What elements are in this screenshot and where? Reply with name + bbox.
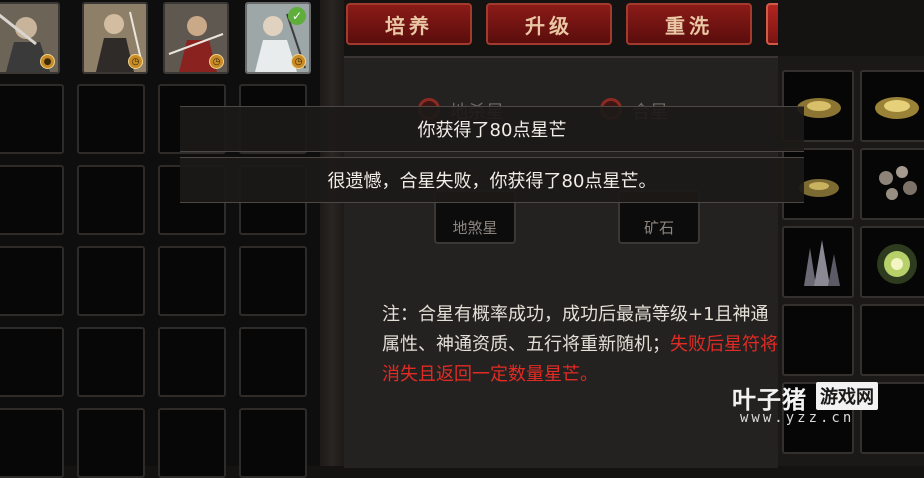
hero-slot[interactable] [0,165,64,235]
material-slot[interactable] [860,70,924,142]
watermark-tag: 游戏网 [816,382,878,410]
hero-slot[interactable] [0,246,64,316]
lock-icon: ● [40,54,55,69]
stone-pile-icon [879,166,917,200]
material-slot[interactable] [860,226,924,298]
merge-rules-note: 注：合星有概率成功，成功后最高等级+1且神通属性、神通资质、五行将重新随机；失败… [382,300,782,390]
hero-slot[interactable] [158,246,226,316]
star-slot-left-label: 地煞星 [452,219,498,237]
hero-slot[interactable] [77,165,145,235]
site-watermark: 叶子猪 游戏网 www.yzz.cn [732,380,924,430]
crystal-cluster-icon [804,240,840,286]
toast-reward: 你获得了80点星芒 [180,106,804,152]
hero-slot[interactable] [158,327,226,397]
hero-slot[interactable] [77,84,145,154]
tab-upgrade[interactable]: 升级 [486,3,612,45]
hero-slot[interactable] [158,408,226,478]
panel-divider [320,0,344,466]
toast-merge-failed-text: 很遗憾，合星失败，你获得了80点星芒。 [327,171,657,192]
toast-merge-failed: 很遗憾，合星失败，你获得了80点星芒。 [180,157,804,203]
hero-avatar-4[interactable]: ✓ ◷ [245,2,311,74]
hero-slot[interactable] [239,246,307,316]
hero-slot[interactable] [239,408,307,478]
hero-slot[interactable] [0,84,64,154]
toast-reward-text: 你获得了80点星芒 [417,120,567,141]
material-slot[interactable] [782,304,854,376]
material-slot[interactable] [860,148,924,220]
hero-slot[interactable] [239,327,307,397]
tab-cultivate[interactable]: 培养 [346,3,472,45]
hero-slot[interactable] [77,327,145,397]
star-slot-right-label: 矿石 [643,219,674,237]
glowing-orb-icon [877,244,917,284]
material-slot[interactable] [860,304,924,376]
hero-avatar-2[interactable]: ◷ [82,2,148,74]
hero-slot[interactable] [0,327,64,397]
top-right-area [778,0,924,56]
hero-avatar-1[interactable]: ● [0,2,60,74]
selected-check-icon: ✓ [288,7,306,25]
gold-ore-icon [875,97,919,119]
clock-icon: ◷ [128,54,143,69]
hero-panel: ● ◷ ◷ ✓ ◷ [0,0,320,478]
watermark-url: www.yzz.cn [740,410,855,426]
clock-icon: ◷ [291,54,306,69]
tab-reroll[interactable]: 重洗 [626,3,752,45]
hero-avatar-3[interactable]: ◷ [163,2,229,74]
hero-slot[interactable] [77,246,145,316]
clock-icon: ◷ [209,54,224,69]
hero-slot[interactable] [77,408,145,478]
material-slot[interactable] [782,226,854,298]
hero-slot[interactable] [0,408,64,478]
